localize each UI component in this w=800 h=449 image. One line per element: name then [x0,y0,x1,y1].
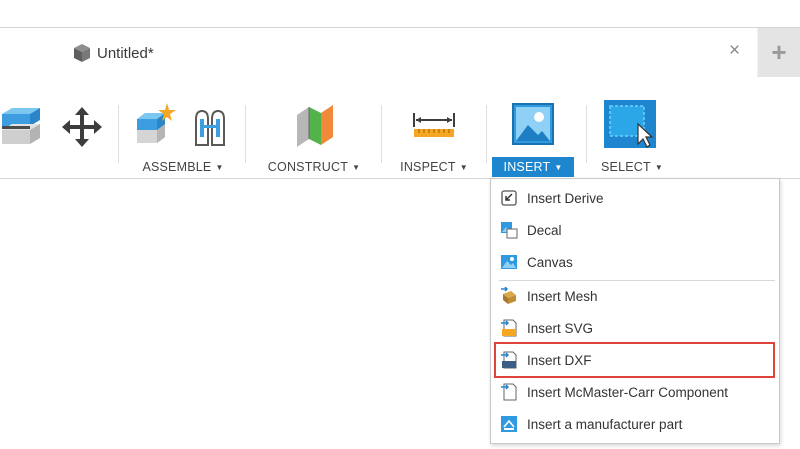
select-label: SELECT [601,160,651,174]
caret-down-icon: ▼ [352,162,361,172]
caret-down-icon: ▼ [654,162,663,172]
document-tab[interactable]: Untitled* × [0,28,757,77]
assemble-label: ASSEMBLE [142,160,212,174]
select-menu-button[interactable]: SELECT ▼ [596,157,668,177]
menu-item-label: Canvas [527,254,573,270]
insert-image-icon[interactable] [512,103,554,145]
caret-down-icon: ▼ [554,162,563,172]
decal-icon [501,222,518,239]
menu-item-insert-svg[interactable]: Insert SVG [492,313,778,343]
construct-plane-icon[interactable] [293,103,337,149]
cube-document-icon [74,44,90,62]
close-tab-icon[interactable]: × [729,41,740,61]
measure-ruler-icon[interactable] [412,109,456,141]
manufacturer-part-icon [501,416,517,432]
new-tab-button[interactable]: + [758,28,800,77]
insert-svg-icon [501,319,517,337]
document-title: Untitled* [97,45,154,62]
toolbar-separator [118,105,119,163]
toolbar-separator [486,105,487,163]
window-top-strip [0,0,800,27]
toolbar-separator [586,105,587,163]
construct-menu-button[interactable]: CONSTRUCT ▼ [262,157,366,177]
inspect-menu-button[interactable]: INSPECT ▼ [395,157,473,177]
menu-item-label: Insert Mesh [527,288,598,304]
insert-dropdown-menu: Insert Derive Decal Canvas Insert Mesh I… [490,178,780,444]
toolbar-separator [245,105,246,163]
menu-item-label: Insert SVG [527,320,594,336]
menu-item-insert-derive[interactable]: Insert Derive [492,183,778,213]
insert-label: INSERT [503,160,551,174]
inspect-label: INSPECT [400,160,456,174]
mcmaster-carr-icon [501,383,517,401]
select-window-icon[interactable] [604,100,656,148]
insert-mesh-icon [501,287,516,304]
assemble-menu-button[interactable]: ASSEMBLE ▼ [134,157,232,177]
menu-item-label: Insert McMaster-Carr Component [527,384,729,400]
menu-item-insert-mesh[interactable]: Insert Mesh [492,281,778,311]
joint-icon[interactable] [190,105,230,149]
move-icon[interactable] [62,107,102,147]
extrude-icon[interactable] [0,104,44,150]
caret-down-icon: ▼ [459,162,468,172]
menu-item-label: Insert Derive [527,190,604,206]
document-tab-bar: Untitled* × + [0,27,800,77]
menu-item-insert-manufacturer-part[interactable]: Insert a manufacturer part [492,409,778,439]
menu-item-canvas[interactable]: Canvas [492,247,778,277]
highlight-annotation-box [494,342,775,378]
construct-label: CONSTRUCT [267,160,349,174]
new-component-icon[interactable] [133,103,177,149]
caret-down-icon: ▼ [215,162,224,172]
menu-item-label: Insert a manufacturer part [527,416,683,432]
menu-item-insert-mcmaster-carr[interactable]: Insert McMaster-Carr Component [492,377,778,407]
toolbar-separator [381,105,382,163]
menu-item-label: Decal [527,222,562,238]
insert-menu-button[interactable]: INSERT ▼ [492,157,574,177]
design-toolbar: ASSEMBLE ▼ CONSTRUCT ▼ INSPECT ▼ INSERT … [0,77,800,179]
canvas-icon [501,255,517,269]
menu-item-decal[interactable]: Decal [492,215,778,245]
insert-derive-icon [501,190,517,206]
